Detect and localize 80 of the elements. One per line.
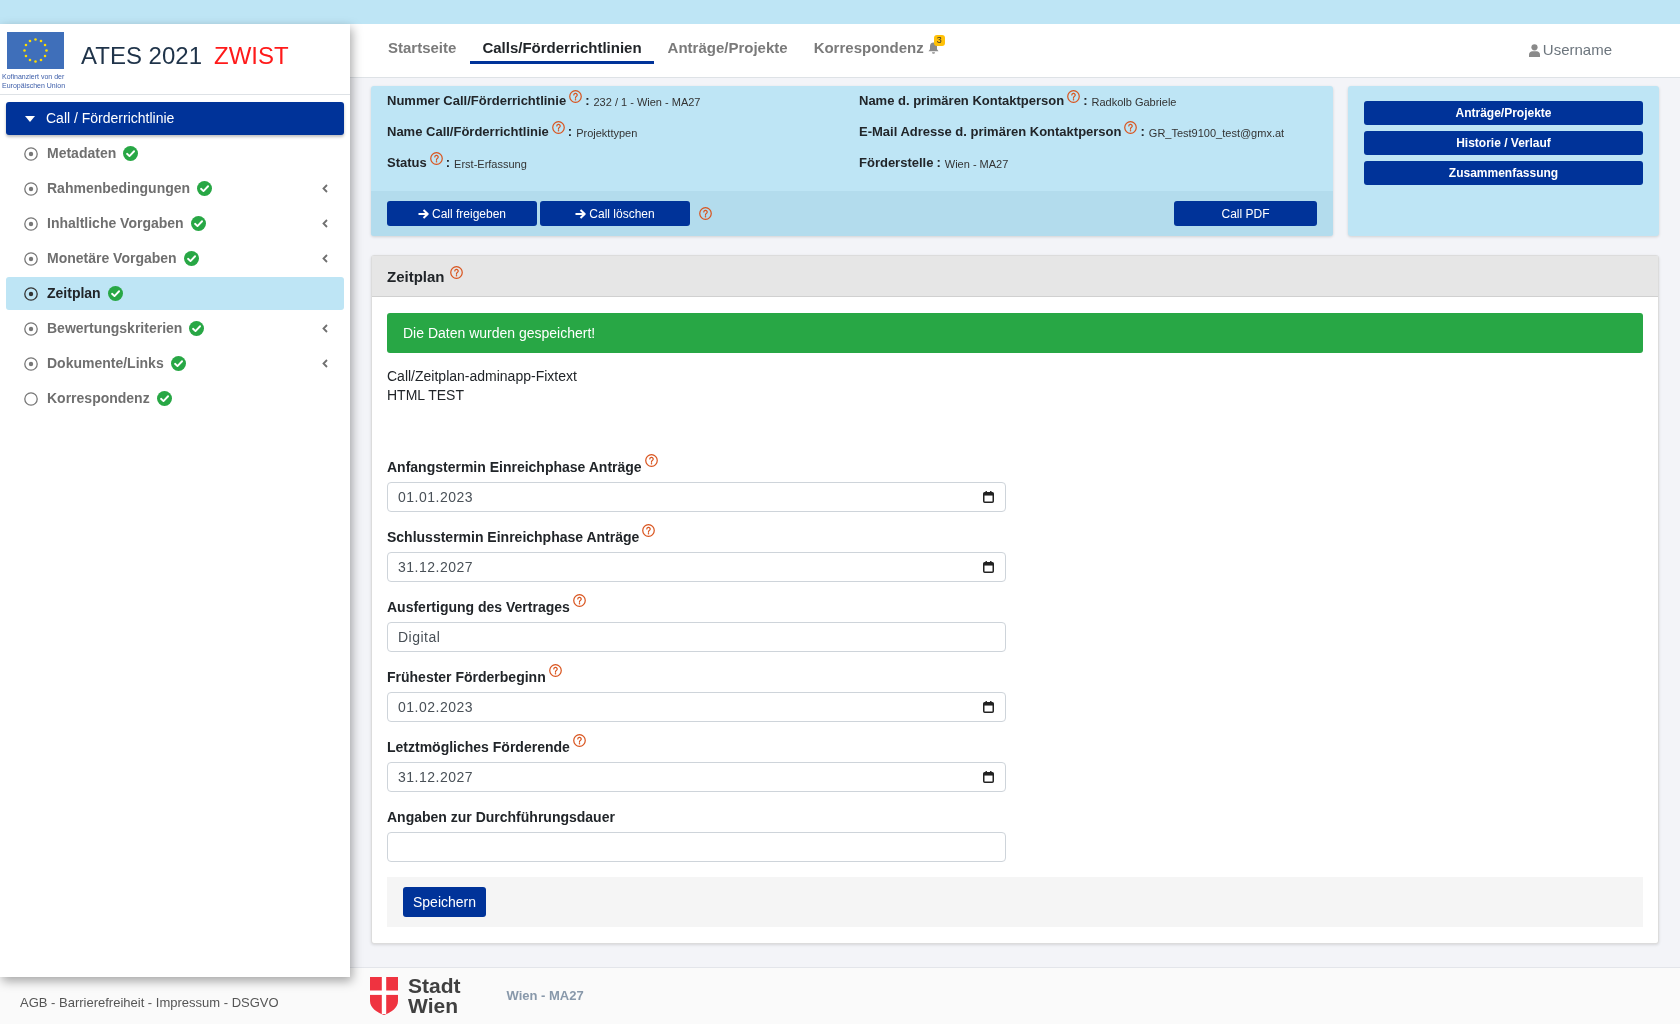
help-icon[interactable] xyxy=(572,594,586,607)
calendar-icon[interactable] xyxy=(983,491,994,503)
action-button[interactable]: Call löschen xyxy=(540,201,690,226)
nav-tab[interactable]: Startseite xyxy=(376,34,469,64)
link-button[interactable]: Zusammenfassung xyxy=(1364,161,1643,185)
action-button[interactable]: Call freigeben xyxy=(387,201,537,226)
save-button[interactable]: Speichern xyxy=(403,887,487,917)
date-field[interactable]: 31.12.2027 xyxy=(387,552,1006,582)
text-field[interactable] xyxy=(387,832,1006,862)
label-separator: : xyxy=(1140,123,1145,141)
field-label: Letztmögliches Förderende xyxy=(387,738,570,757)
label-separator: : xyxy=(445,154,451,172)
nav-tab[interactable]: Calls/Förderrichtlinien xyxy=(470,34,654,64)
calendar-icon[interactable] xyxy=(983,561,994,573)
notification-badge: 3 xyxy=(933,35,945,46)
link-button[interactable]: Anträge/Projekte xyxy=(1364,101,1643,125)
field-value: Projekttypen xyxy=(576,126,638,141)
sidebar-item[interactable]: Zeitplan xyxy=(6,277,344,310)
arrow-right-icon xyxy=(575,208,587,219)
field-value: GR_Test9100_test@gmx.at xyxy=(1148,126,1285,141)
sidebar-item[interactable]: Inhaltliche Vorgaben xyxy=(6,207,344,240)
help-icon[interactable] xyxy=(1124,121,1138,134)
pdf-button[interactable]: Call PDF xyxy=(1174,201,1317,226)
date-field[interactable]: 01.01.2023 xyxy=(387,482,1006,512)
sidebar-item[interactable]: Dokumente/Links xyxy=(6,347,344,380)
sidebar-item[interactable]: Bewertungskriterien xyxy=(6,312,344,345)
label-separator: : xyxy=(1083,92,1088,110)
app-title: ATES 2021 xyxy=(81,41,202,71)
help-icon[interactable] xyxy=(551,121,565,134)
department-label: Wien - MA27 xyxy=(506,987,584,1006)
shield-logo xyxy=(370,977,398,1015)
fixtext-paragraph: Call/Zeitplan-adminapp-Fixtext HTML TEST xyxy=(387,367,578,405)
nav-tab[interactable]: Anträge/Projekte xyxy=(655,34,800,64)
section-header[interactable]: Call / Förderrichtlinie xyxy=(6,102,344,135)
field-label: Frühester Förderbeginn xyxy=(387,668,546,687)
help-icon[interactable] xyxy=(548,664,562,677)
help-icon[interactable] xyxy=(449,265,463,279)
label-separator: : xyxy=(567,123,573,141)
nav-tab[interactable]: Korrespondenz 3 xyxy=(801,34,951,64)
label-separator: : xyxy=(585,92,590,110)
field-label: Schlusstermin Einreichphase Anträge xyxy=(387,528,640,547)
field-value: Wien - MA27 xyxy=(944,157,1009,172)
help-icon[interactable] xyxy=(572,734,586,747)
field-label: Name d. primären Kontaktperson xyxy=(859,92,1065,110)
user-menu[interactable]: Username xyxy=(1528,40,1612,60)
help-icon[interactable] xyxy=(569,90,583,103)
field-label: Name Call/Förderrichtlinie xyxy=(387,123,549,141)
link-button[interactable]: Historie / Verlauf xyxy=(1364,131,1643,155)
field-label: Angaben zur Durchführungsdauer xyxy=(387,808,615,827)
user-icon xyxy=(1528,43,1540,57)
field-label: Anfangstermin Einreichphase Anträge xyxy=(387,458,642,477)
help-icon[interactable] xyxy=(429,152,443,165)
field-value: Erst-Erfassung xyxy=(454,157,527,172)
help-icon[interactable] xyxy=(699,207,712,220)
field-label: Nummer Call/Förderrichtlinie xyxy=(387,92,567,110)
help-icon[interactable] xyxy=(642,524,656,537)
field-label: E-Mail Adresse d. primären Kontaktperson xyxy=(859,123,1122,141)
label-separator: : xyxy=(936,154,941,172)
flag-logo xyxy=(7,32,64,69)
arrow-right-icon xyxy=(417,208,429,219)
field-value: Radkolb Gabriele xyxy=(1091,95,1177,110)
success-alert: Die Daten wurden gespeichert! xyxy=(387,313,1643,353)
sidebar-item[interactable]: Metadaten xyxy=(6,137,344,170)
sidebar-item[interactable]: Monetäre Vorgaben xyxy=(6,242,344,275)
calendar-icon[interactable] xyxy=(983,701,994,713)
calendar-icon[interactable] xyxy=(983,771,994,783)
date-field[interactable]: 31.12.2027 xyxy=(387,762,1006,792)
text-field[interactable]: Digital xyxy=(387,622,1006,652)
logo-wordmark: Stadt Wien xyxy=(408,976,461,1016)
help-icon[interactable] xyxy=(644,454,658,467)
field-value: 232 / 1 - Wien - MA27 xyxy=(593,95,701,110)
date-field[interactable]: 01.02.2023 xyxy=(387,692,1006,722)
help-icon[interactable] xyxy=(1067,90,1081,103)
field-label: Förderstelle xyxy=(859,154,934,172)
environment-label: ZWIST xyxy=(214,41,289,71)
sidebar-item[interactable]: Korrespondenz xyxy=(6,382,344,415)
sidebar-item[interactable]: Rahmenbedingungen xyxy=(6,172,344,205)
field-label: Ausfertigung des Vertrages xyxy=(387,598,570,617)
card-title: Zeitplan xyxy=(387,266,445,287)
field-label: Status xyxy=(387,154,427,172)
